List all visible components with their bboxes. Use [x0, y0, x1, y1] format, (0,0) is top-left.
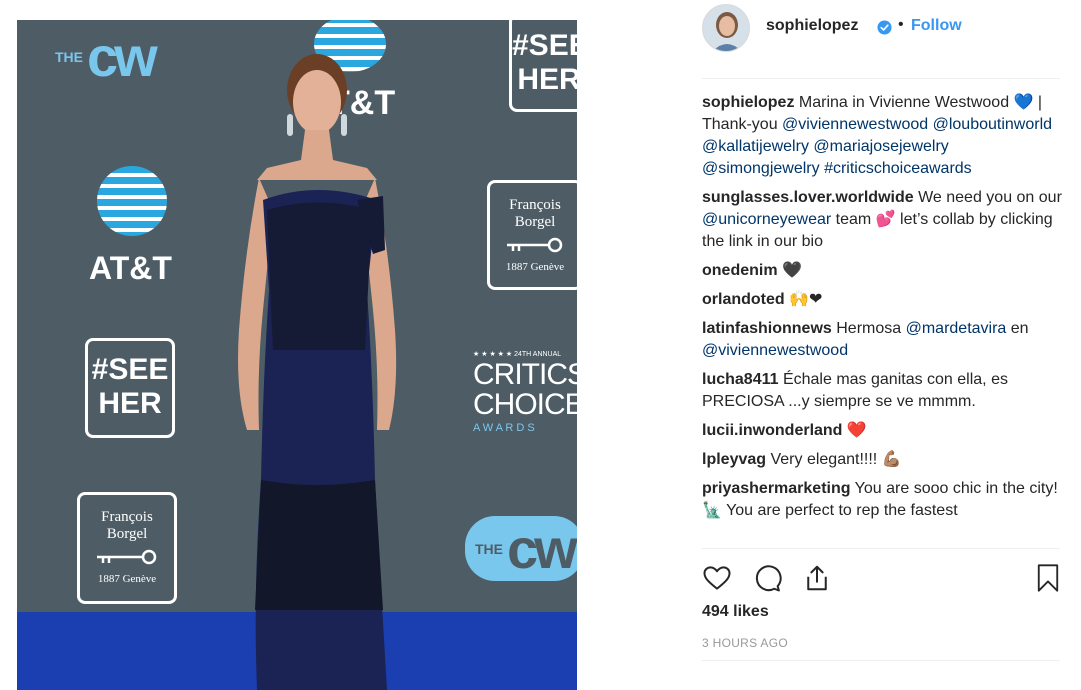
- see-her-panel: #SEE HER: [85, 338, 175, 438]
- caption-username[interactable]: sophielopez: [702, 94, 794, 111]
- post-timestamp[interactable]: 3 HOURS AGO: [702, 636, 788, 650]
- caption: sophielopez Marina in Vivienne Westwood …: [702, 94, 1053, 177]
- post-author-username[interactable]: sophielopez: [766, 17, 858, 35]
- divider: [702, 660, 1060, 661]
- list-item: lucii.inwonderland ❤️: [702, 422, 867, 439]
- separator-dot: •: [898, 16, 904, 33]
- divider: [702, 548, 1060, 549]
- comment-icon[interactable]: [752, 563, 782, 593]
- mention-link[interactable]: @louboutinworld: [933, 116, 1052, 133]
- post-header: sophielopez • Follow: [702, 0, 1060, 79]
- comment-username[interactable]: lucii.inwonderland: [702, 422, 842, 439]
- comment-username[interactable]: latinfashionnews: [702, 320, 832, 337]
- comment-username[interactable]: sunglasses.lover.worldwide: [702, 189, 914, 206]
- cw-logo: THEcw: [465, 516, 577, 581]
- list-item: orlandoted 🙌❤: [702, 291, 823, 308]
- list-item: onedenim 🖤: [702, 262, 802, 279]
- mention-link[interactable]: @viviennewestwood: [702, 342, 848, 359]
- comment-username[interactable]: lucha8411: [702, 371, 779, 388]
- key-icon: [97, 549, 157, 565]
- bookmark-icon[interactable]: [1034, 563, 1062, 593]
- woman-in-gown-figure: [238, 54, 397, 690]
- list-item: latinfashionnews Hermosa @mardetavira en…: [702, 320, 1029, 359]
- mention-link[interactable]: @simongjewelry: [702, 160, 820, 177]
- follow-button[interactable]: Follow: [911, 17, 962, 35]
- mention-link[interactable]: @kallatijewelry: [702, 138, 809, 155]
- post-actions: [702, 563, 1062, 595]
- hashtag-link[interactable]: #criticschoiceawards: [824, 160, 972, 177]
- list-item: sunglasses.lover.worldwide We need you o…: [702, 189, 1062, 250]
- heart-icon[interactable]: [702, 563, 732, 593]
- avatar-image: [703, 5, 749, 51]
- comment-username[interactable]: orlandoted: [702, 291, 785, 308]
- post-photo[interactable]: THEcw AT&T #SEE HER AT&T François Borgel…: [17, 20, 577, 690]
- cw-logo: THEcw: [55, 25, 158, 88]
- att-logo-text: AT&T: [89, 250, 172, 286]
- list-item: lpleyvag Very elegant!!!! 💪🏽: [702, 451, 902, 468]
- verified-badge-icon: [877, 20, 892, 35]
- comments-list[interactable]: sophielopez Marina in Vivienne Westwood …: [702, 92, 1067, 549]
- avatar[interactable]: [702, 4, 750, 52]
- list-item: priyashermarketing You are sooo chic in …: [702, 480, 1058, 519]
- see-her-panel-top: #SEE HER: [509, 20, 577, 112]
- mention-link[interactable]: @unicorneyewear: [702, 211, 831, 228]
- key-icon: [507, 237, 563, 253]
- list-item: lucha8411 Échale mas ganitas con ella, e…: [702, 371, 1008, 410]
- comment-username[interactable]: priyashermarketing: [702, 480, 851, 497]
- mention-link[interactable]: @mariajosejewelry: [813, 138, 948, 155]
- francois-borgel-panel: François Borgel 1887 Genève: [487, 180, 577, 290]
- att-globe-logo: [97, 166, 167, 236]
- likes-count[interactable]: 494 likes: [702, 603, 769, 621]
- critics-choice-logo: ★ ★ ★ ★ ★ 24TH ANNUAL CRITICS' CHOICE A …: [473, 351, 577, 434]
- comment-username[interactable]: onedenim: [702, 262, 778, 279]
- francois-borgel-panel: François Borgel 1887 Genève: [77, 492, 177, 604]
- share-icon[interactable]: [802, 563, 832, 593]
- mention-link[interactable]: @mardetavira: [906, 320, 1007, 337]
- mention-link[interactable]: @viviennewestwood: [782, 116, 928, 133]
- comment-username[interactable]: lpleyvag: [702, 451, 766, 468]
